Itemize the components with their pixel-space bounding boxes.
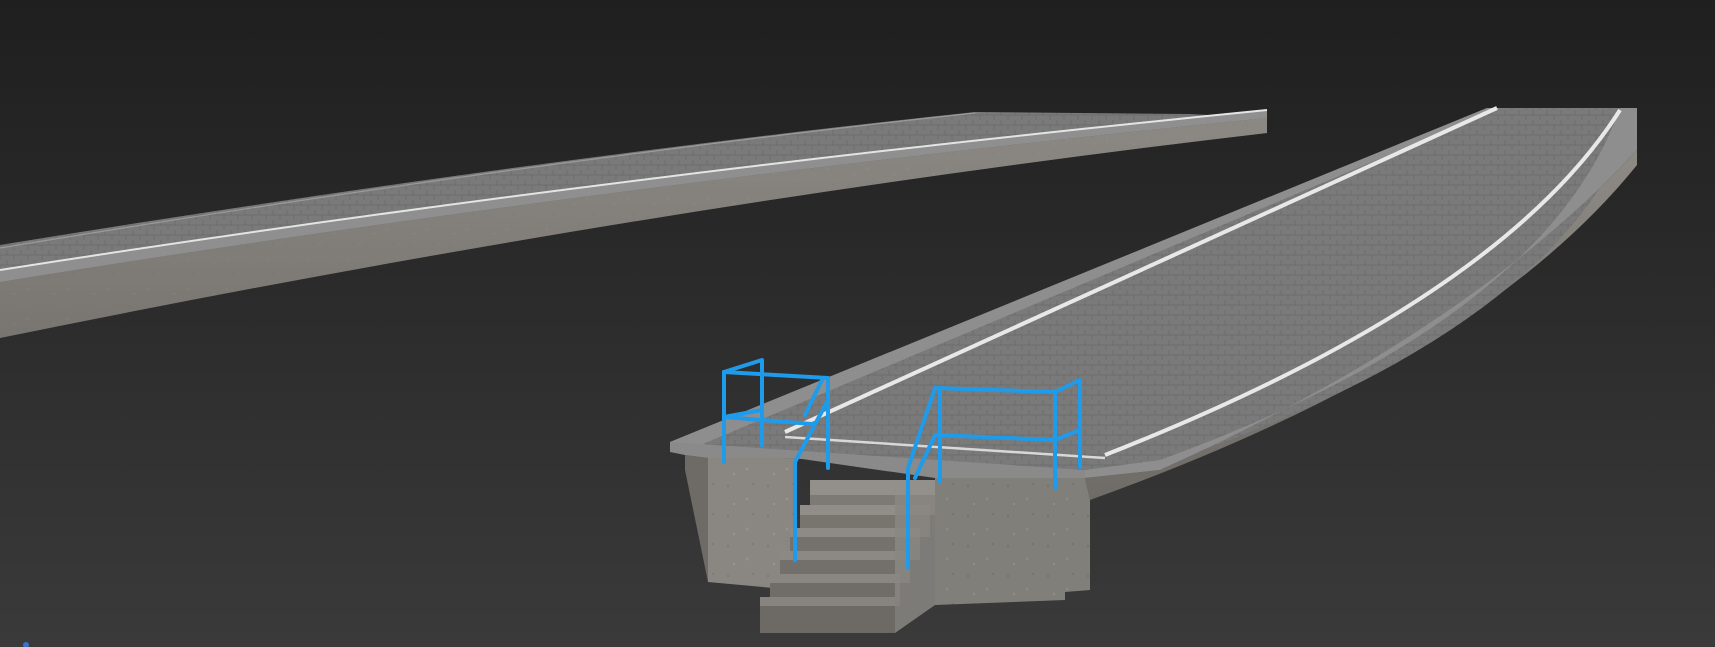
3d-viewport[interactable] <box>0 0 1715 647</box>
scene-canvas <box>0 0 1715 647</box>
